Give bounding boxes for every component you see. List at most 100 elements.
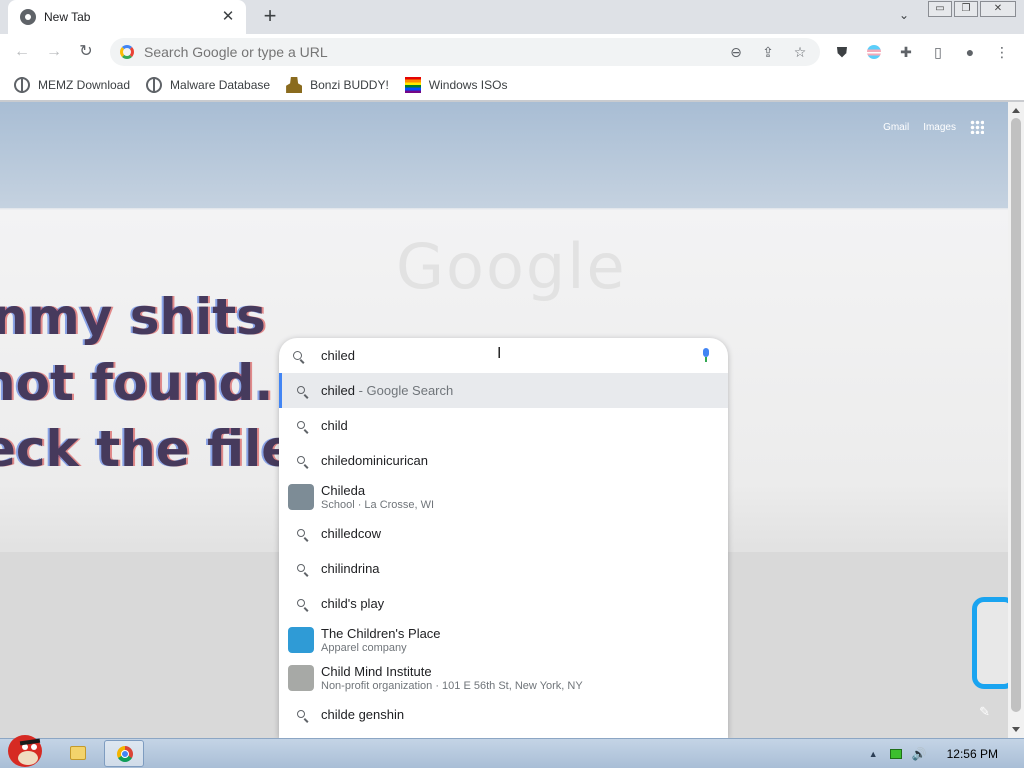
gmail-link[interactable]: Gmail [883, 122, 909, 133]
suggestion-item[interactable]: childe genshin [279, 697, 728, 732]
tab-title: New Tab [44, 10, 91, 24]
reload-button[interactable]: ↻ [74, 40, 98, 64]
microphone-icon[interactable] [702, 348, 710, 362]
flag-extension-icon[interactable] [864, 42, 884, 62]
suggestion-suffix: - Google Search [354, 383, 454, 398]
bookmark-windows-isos[interactable]: Windows ISOs [404, 73, 508, 97]
suggestion-item[interactable]: chiled - Google Search [279, 373, 728, 408]
browser-toolbar: ← → ↻ ⊖ ⇪ ☆ ⛊ ✚ ▯ ● ⋮ [0, 34, 1024, 70]
rainbow-flag-icon [404, 77, 421, 93]
images-link[interactable]: Images [923, 122, 956, 133]
search-icon [295, 528, 307, 540]
minimize-button[interactable]: ▭ [928, 1, 952, 17]
suggestion-text: child's play [321, 596, 385, 611]
suggestion-text-block: Child Mind Institute Non-profit organizat… [321, 664, 583, 692]
tab-close-icon[interactable]: ✕ [220, 9, 236, 25]
share-icon[interactable]: ⇪ [756, 40, 780, 64]
file-explorer-button[interactable] [58, 740, 98, 767]
tab-strip: New Tab ✕ + ⌄ ▭ ❐ ✕ [0, 0, 1024, 34]
suggestion-subtitle: School · La Crosse, WI [321, 499, 435, 511]
suggestion-item[interactable]: child [279, 408, 728, 443]
suggestion-item[interactable]: child's play [279, 586, 728, 621]
restore-button[interactable]: ❐ [954, 1, 978, 17]
globe-icon [14, 77, 30, 93]
forward-button[interactable]: → [42, 40, 66, 64]
text-cursor-icon: I [497, 345, 502, 362]
suggestion-text: Chileda [321, 483, 366, 498]
suggestion-text: chilindrina [321, 561, 380, 576]
suggestion-text: child [321, 418, 348, 433]
side-panel-icon[interactable]: ▯ [928, 42, 948, 62]
new-tab-button[interactable]: + [258, 5, 282, 29]
clock[interactable]: 12:56 PM [947, 747, 998, 761]
scroll-up-icon[interactable] [1012, 108, 1020, 113]
close-window-button[interactable]: ✕ [980, 1, 1016, 17]
bookmark-label: Windows ISOs [428, 78, 508, 92]
bookmark-star-icon[interactable]: ☆ [788, 40, 812, 64]
background-text-line: nmy shits [0, 288, 266, 346]
search-icon [293, 348, 307, 363]
suggestion-text-block: The Children's Place Apparel company [321, 626, 441, 654]
bookmark-memz-download[interactable]: MEMZ Download [14, 73, 130, 97]
search-icon [295, 563, 307, 575]
volume-icon[interactable]: 🔊 [912, 747, 927, 761]
suggestion-thumbnail [288, 484, 314, 510]
search-icon [295, 455, 307, 467]
shortcut-tile [972, 597, 1008, 689]
search-icon [295, 420, 307, 432]
show-hidden-icons[interactable]: ▲ [869, 749, 878, 759]
customize-pencil-icon[interactable]: ✎ [979, 704, 990, 720]
suggestion-text: Child Mind Institute [321, 664, 432, 679]
suggestion-item[interactable]: The Children's Place Apparel company [279, 621, 728, 659]
realbox[interactable]: I [279, 338, 728, 373]
search-input[interactable] [321, 348, 621, 363]
bird-eye [31, 744, 37, 750]
search-icon [295, 598, 307, 610]
bonzi-icon [286, 77, 303, 93]
bookmark-malware-database[interactable]: Malware Database [146, 73, 270, 97]
suggestion-text-block: childe genshin [321, 707, 404, 722]
suggestion-thumbnail [288, 627, 314, 653]
bookmark-label: Malware Database [170, 78, 271, 92]
suggestion-item[interactable]: chiledominicurican [279, 443, 728, 478]
profile-icon[interactable]: ● [960, 42, 980, 62]
top-links: Gmail Images [869, 120, 984, 134]
start-button[interactable] [2, 731, 48, 768]
suggestion-text: chiled [321, 383, 355, 398]
tab-search-chevron-icon[interactable]: ⌄ [894, 8, 914, 26]
system-tray: ▲ 🔊 12:56 PM [869, 739, 1024, 768]
menu-dots-icon[interactable]: ⋮ [992, 42, 1012, 62]
suggestion-item[interactable]: chilledcow [279, 516, 728, 551]
zoom-icon[interactable]: ⊖ [724, 40, 748, 64]
suggestion-item[interactable]: Chileda School · La Crosse, WI [279, 478, 728, 516]
chrome-taskbar-button[interactable] [104, 740, 144, 767]
tab-new-tab[interactable]: New Tab ✕ [8, 0, 246, 34]
suggestion-text-block: child's play [321, 596, 384, 611]
suggestion-text-block: Chileda School · La Crosse, WI [321, 483, 434, 511]
vertical-scrollbar[interactable] [1008, 102, 1024, 738]
suggestion-text: chiledominicurican [321, 453, 428, 468]
suggestion-text: The Children's Place [321, 626, 441, 641]
omnibox[interactable]: ⊖ ⇪ ☆ [110, 38, 820, 66]
bird-belly [18, 751, 38, 765]
extensions-puzzle-icon[interactable]: ✚ [896, 42, 916, 62]
suggestion-item[interactable]: Child Mind Institute Non-profit organizat… [279, 659, 728, 697]
suggestions-list: chiled - Google Search child chiledominicu… [279, 373, 728, 732]
omnibox-input[interactable] [144, 44, 724, 60]
suggestion-text: chilledcow [321, 526, 381, 541]
search-icon [295, 709, 307, 721]
suggestion-subtitle: Non-profit organization · 101 E 56th St,… [321, 680, 583, 692]
bookmark-bonzi-buddy[interactable]: Bonzi BUDDY! [286, 73, 389, 97]
back-button[interactable]: ← [10, 40, 34, 64]
google-g-icon [120, 45, 134, 59]
ublock-origin-icon[interactable]: ⛊ [832, 42, 852, 62]
bookmarks-bar: MEMZ Download Malware Database Bonzi BUD… [0, 70, 1024, 100]
scroll-down-icon[interactable] [1012, 727, 1020, 732]
google-apps-icon[interactable] [970, 120, 984, 134]
scroll-thumb[interactable] [1011, 118, 1021, 712]
suggestion-text: childe genshin [321, 707, 405, 722]
suggestion-item[interactable]: chilindrina [279, 551, 728, 586]
suggestion-text-block: child [321, 418, 348, 433]
suggestion-text-block: chilindrina [321, 561, 380, 576]
battery-icon[interactable] [889, 748, 902, 759]
